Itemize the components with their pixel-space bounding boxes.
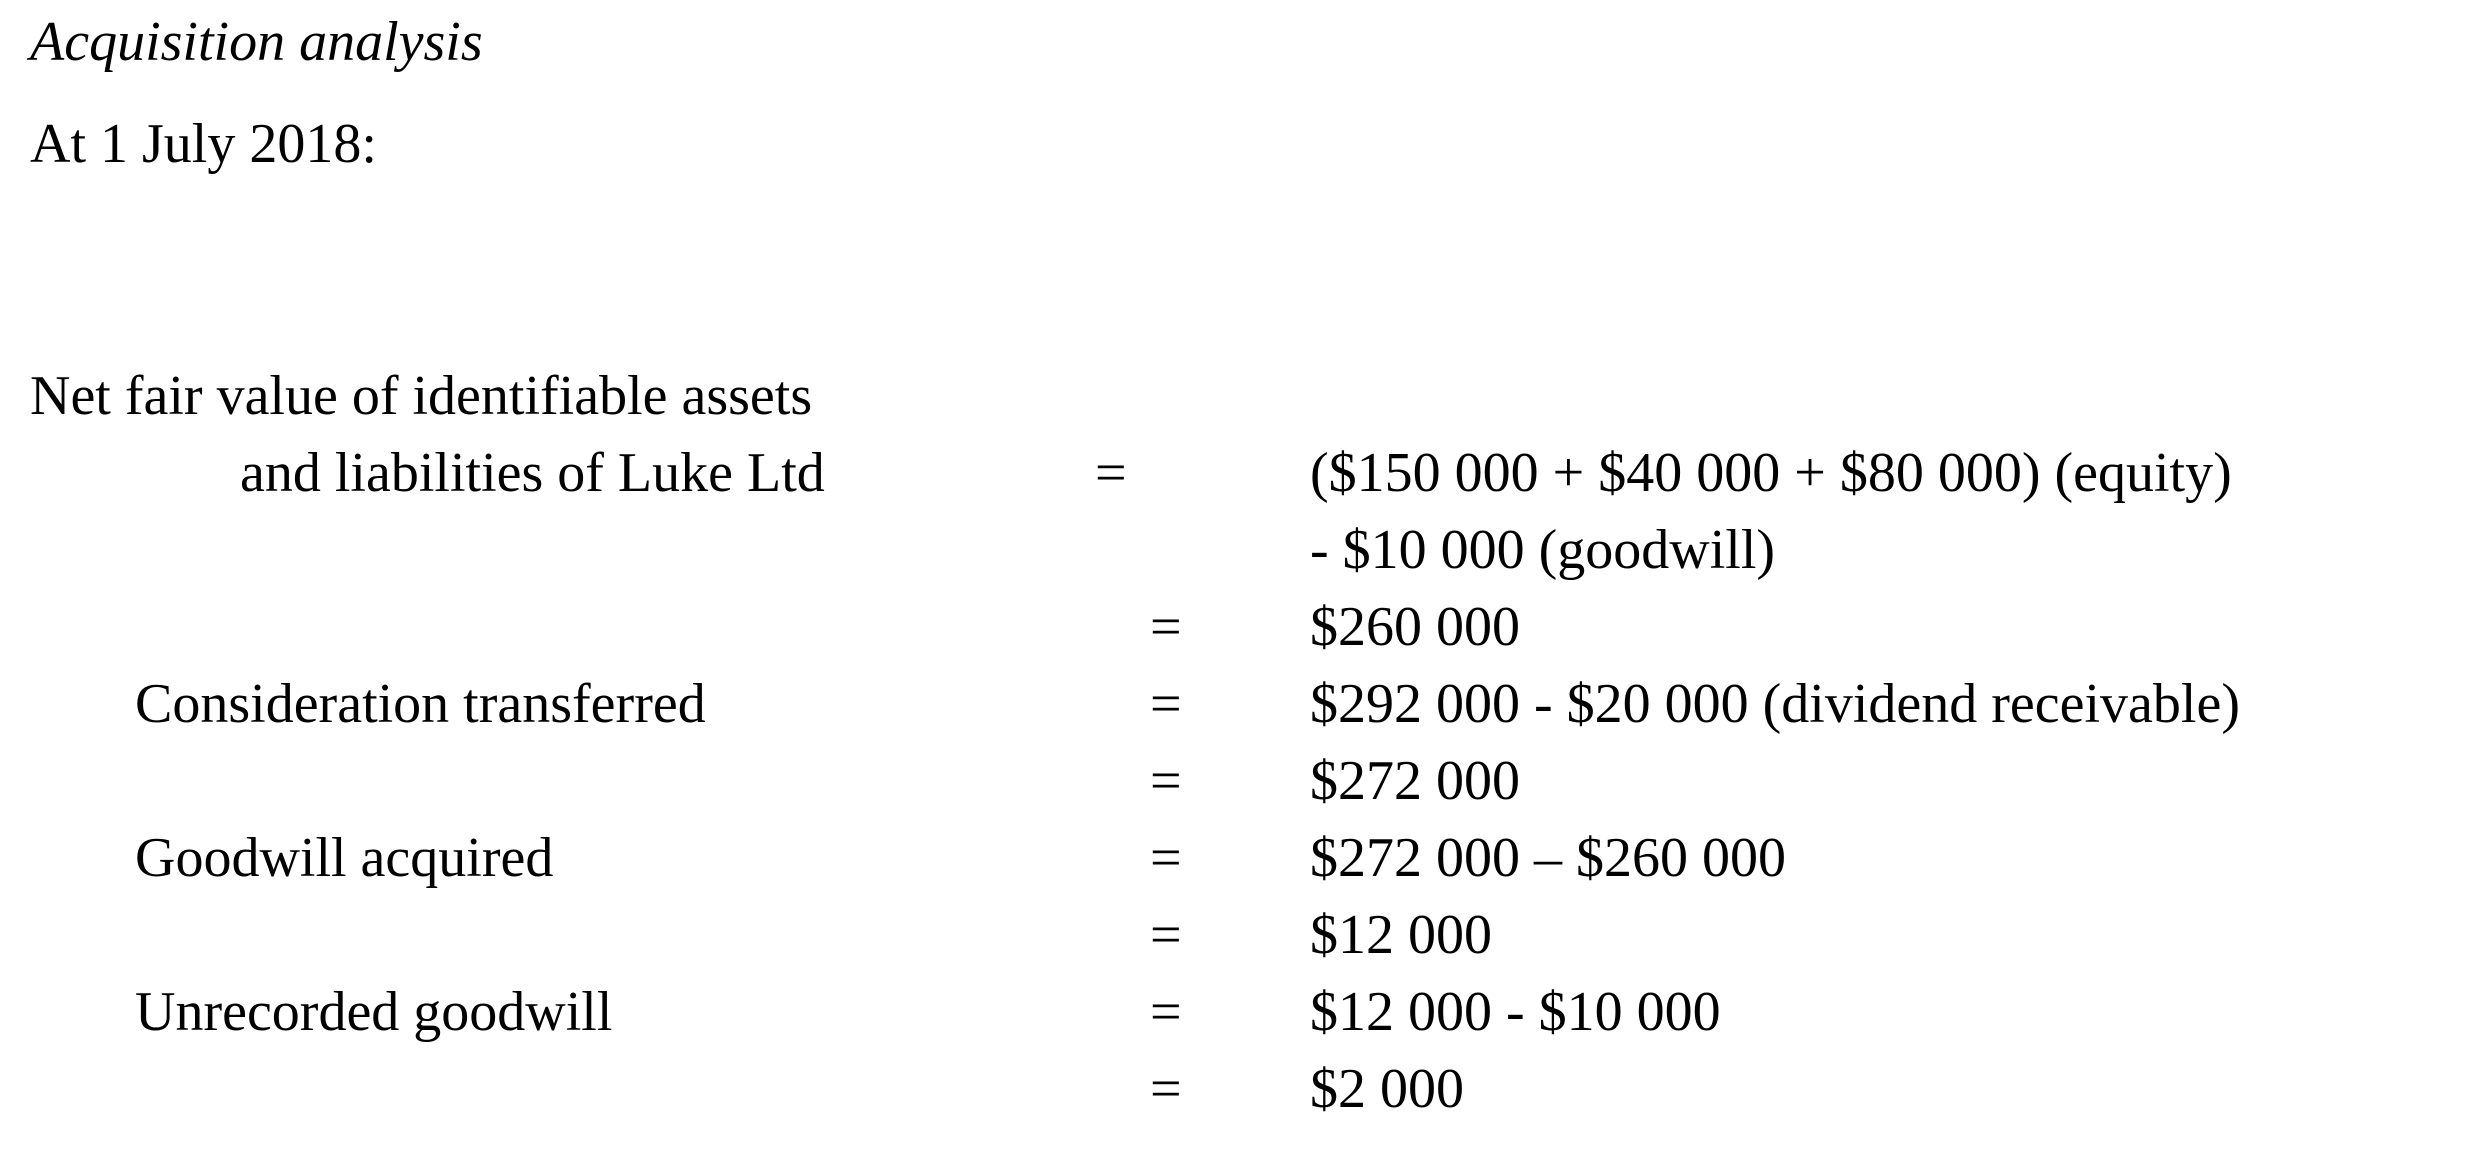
row-value-consideration-total: $272 000 bbox=[1310, 750, 1520, 812]
row-label-consideration-transferred: Consideration transferred bbox=[135, 673, 706, 735]
page-title: Acquisition analysis bbox=[30, 11, 483, 73]
row-value-goodwill-total: $12 000 bbox=[1310, 904, 1492, 966]
equals-sign: = bbox=[1150, 904, 1182, 966]
acquisition-analysis-table: Net fair value of identifiable assets an… bbox=[0, 358, 2487, 1128]
row-label-unrecorded-goodwill: Unrecorded goodwill bbox=[135, 981, 613, 1043]
table-row: Unrecorded goodwill = $12 000 - $10 000 bbox=[0, 974, 2487, 1051]
equals-sign: = bbox=[1150, 750, 1182, 812]
row-value-unrecorded-goodwill-total: $2 000 bbox=[1310, 1058, 1464, 1120]
table-row: Net fair value of identifiable assets bbox=[0, 358, 2487, 435]
row-label-net-fair-value-line1: Net fair value of identifiable assets bbox=[30, 365, 813, 427]
row-value-consideration-calculation: $292 000 - $20 000 (dividend receivable) bbox=[1310, 673, 2240, 735]
document-page: Acquisition analysis At 1 July 2018: Net… bbox=[0, 0, 2487, 1169]
table-row: Consideration transferred = $292 000 - $… bbox=[0, 666, 2487, 743]
row-value-unrecorded-goodwill-calculation: $12 000 - $10 000 bbox=[1310, 981, 1721, 1043]
table-row: Goodwill acquired = $272 000 – $260 000 bbox=[0, 820, 2487, 897]
row-label-goodwill-acquired: Goodwill acquired bbox=[135, 827, 554, 889]
equals-sign: = bbox=[1095, 442, 1127, 504]
row-value-net-fair-value-total: $260 000 bbox=[1310, 596, 1520, 658]
equals-sign: = bbox=[1150, 1058, 1182, 1120]
table-row: - $10 000 (goodwill) bbox=[0, 512, 2487, 589]
acquisition-date-line: At 1 July 2018: bbox=[30, 113, 377, 175]
table-row: = $260 000 bbox=[0, 589, 2487, 666]
row-value-less-goodwill: - $10 000 (goodwill) bbox=[1310, 519, 1776, 581]
row-value-goodwill-calculation: $272 000 – $260 000 bbox=[1310, 827, 1786, 889]
table-row: = $2 000 bbox=[0, 1051, 2487, 1128]
equals-sign: = bbox=[1150, 981, 1182, 1043]
row-value-equity-components: ($150 000 + $40 000 + $80 000) (equity) bbox=[1310, 442, 2232, 504]
row-label-net-fair-value-line2: and liabilities of Luke Ltd bbox=[240, 442, 825, 504]
equals-sign: = bbox=[1150, 827, 1182, 889]
table-row: and liabilities of Luke Ltd = ($150 000 … bbox=[0, 435, 2487, 512]
table-row: = $272 000 bbox=[0, 743, 2487, 820]
table-row: = $12 000 bbox=[0, 897, 2487, 974]
equals-sign: = bbox=[1150, 673, 1182, 735]
equals-sign: = bbox=[1150, 596, 1182, 658]
